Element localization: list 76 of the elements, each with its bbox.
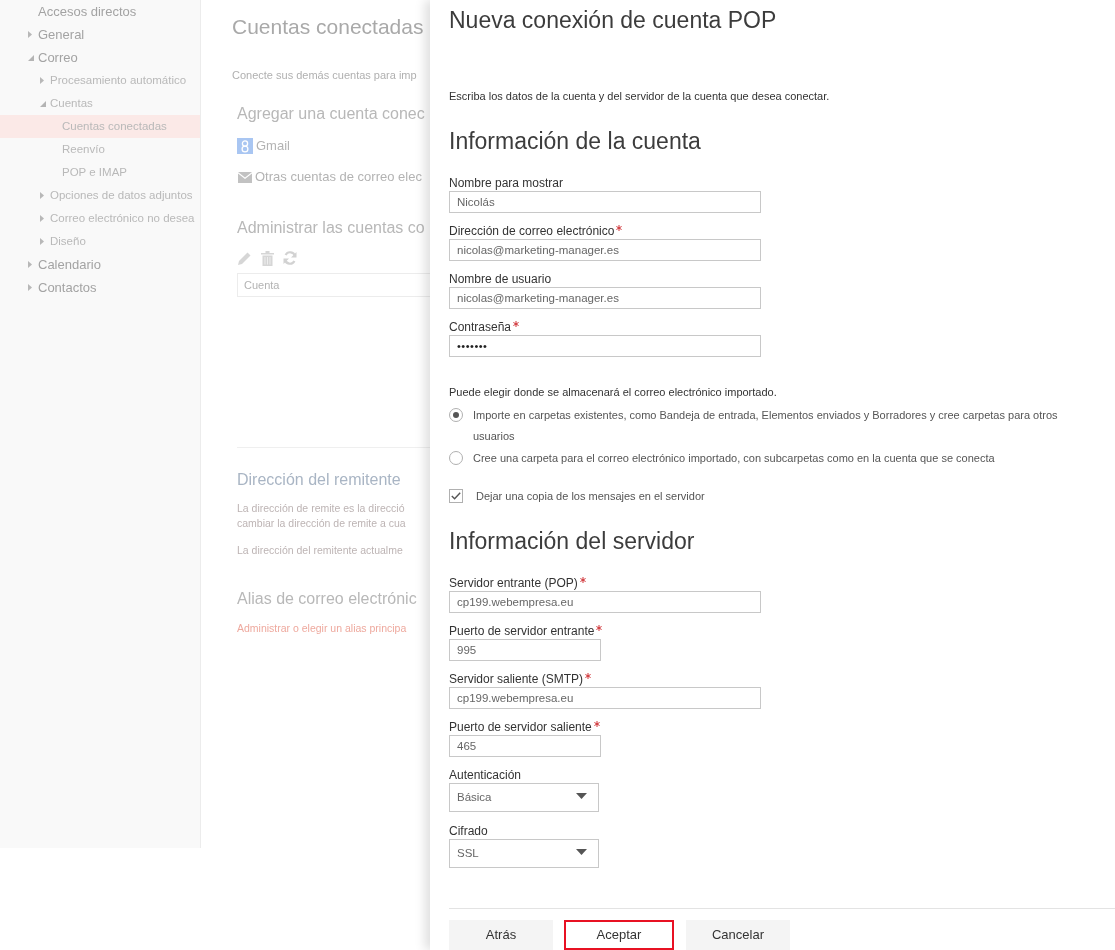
sidebar-item[interactable]: Contactos: [28, 277, 97, 298]
field-label: Puerto de servidor entrante: [449, 623, 595, 639]
radio-button[interactable]: [449, 451, 463, 465]
field-label: Contraseña: [449, 319, 512, 335]
text-field[interactable]: cp199.webempresa.eu: [449, 687, 761, 709]
section-heading: Información del servidor: [449, 527, 696, 556]
account-option-link[interactable]: Otras cuentas de correo elec: [237, 167, 422, 187]
text-field[interactable]: cp199.webempresa.eu: [449, 591, 761, 613]
field-label: Autenticación: [449, 767, 522, 783]
checkmark-icon: [451, 492, 461, 500]
letter-tile-icon: [237, 138, 253, 154]
sidebar-item[interactable]: Cuentas: [40, 94, 93, 113]
caret-right-icon[interactable]: [28, 31, 32, 38]
dialog-description: Escriba los datos de la cuenta y del servidor de la cuenta que desea conectar.: [449, 89, 831, 104]
sidebar-item[interactable]: Diseño: [40, 232, 86, 251]
alias-link[interactable]: Administrar o elegir un alias principa: [237, 620, 407, 636]
caret-right-icon[interactable]: [40, 77, 44, 84]
password-field[interactable]: •••••••: [449, 335, 761, 357]
storage-prompt: Puede elegir donde se almacenará el correo electrónico importado.: [449, 385, 778, 400]
option-label: Importe en carpetas existentes, como Bandeja de entrada, Elementos enviados y Borradores y cree carpetas para otros usuarios: [473, 408, 1059, 444]
sidebar-item[interactable]: Cuentas conectadas: [0, 115, 200, 138]
envelope-icon: [238, 171, 252, 183]
dialog-title: Nueva conexión de cuenta POP: [449, 6, 778, 35]
sender-current-text: La dirección del remitente actualme: [237, 543, 404, 558]
caret-expanded-icon[interactable]: [40, 100, 46, 107]
field-label: Cifrado: [449, 823, 488, 839]
option-label: Cree una carpeta para el correo electrónico importado, con subcarpetas como en la cuenta que se conecta: [473, 451, 995, 466]
caret-down-icon: [576, 848, 587, 855]
checkbox-label: Dejar una copia de los mensajes en el servidor: [476, 488, 705, 504]
caret-right-icon[interactable]: [28, 261, 32, 268]
text-field[interactable]: 465: [449, 735, 601, 757]
sidebar-item[interactable]: Procesamiento automático: [40, 71, 187, 90]
caret-right-icon[interactable]: [40, 192, 44, 199]
text-field[interactable]: nicolas@marketing-manager.es: [449, 239, 761, 261]
text-field[interactable]: 995: [449, 639, 601, 661]
dialog-button[interactable]: Atrás: [449, 920, 553, 950]
section-heading: Alias de correo electrónic: [237, 589, 418, 609]
dropdown[interactable]: SSL: [449, 839, 599, 868]
radio-button[interactable]: [449, 408, 463, 422]
account-option-link[interactable]: Gmail: [237, 136, 290, 156]
sender-description: La dirección de remite es la direcció cambiar la dirección de remite a cua: [237, 501, 407, 531]
pencil-icon[interactable]: [237, 250, 252, 266]
dialog-button[interactable]: Aceptar: [564, 920, 674, 950]
text-field[interactable]: nicolas@marketing-manager.es: [449, 287, 761, 309]
caret-right-icon[interactable]: [28, 284, 32, 291]
sidebar-item[interactable]: Reenvío: [62, 140, 105, 159]
field-label: Servidor saliente (SMTP): [449, 671, 584, 687]
field-label: Puerto de servidor saliente: [449, 719, 592, 735]
intro-text: Conecte sus demás cuentas para imp: [232, 68, 418, 83]
section-heading: Agregar una cuenta conec: [237, 104, 426, 124]
page-title: Cuentas conectadas: [232, 14, 425, 40]
checkbox[interactable]: [449, 489, 463, 503]
sidebar-item[interactable]: Accesos directos: [38, 1, 137, 22]
caret-right-icon[interactable]: [40, 238, 44, 245]
refresh-icon[interactable]: [283, 251, 297, 265]
sidebar-item[interactable]: Calendario: [28, 254, 101, 275]
caret-right-icon[interactable]: [40, 215, 44, 222]
text-field[interactable]: Nicolás: [449, 191, 761, 213]
section-heading: Información de la cuenta: [449, 127, 702, 156]
field-label: Servidor entrante (POP): [449, 575, 578, 591]
section-heading: Administrar las cuentas co: [237, 218, 426, 238]
field-label: Nombre de usuario: [449, 271, 552, 287]
sidebar-item[interactable]: POP e IMAP: [62, 163, 127, 182]
trash-icon[interactable]: [261, 250, 274, 266]
sidebar-item[interactable]: Correo electrónico no desea: [40, 209, 195, 228]
caret-expanded-icon[interactable]: [28, 54, 34, 61]
section-heading: Dirección del remitente: [237, 470, 402, 490]
dialog-button[interactable]: Cancelar: [686, 920, 790, 950]
caret-down-icon: [576, 792, 587, 799]
sidebar-item[interactable]: General: [28, 24, 85, 45]
dropdown[interactable]: Básica: [449, 783, 599, 812]
field-label: Nombre para mostrar: [449, 175, 564, 191]
sidebar-item[interactable]: Correo: [28, 47, 78, 68]
sidebar-item[interactable]: Opciones de datos adjuntos: [40, 186, 193, 205]
column-header[interactable]: Cuenta: [237, 273, 430, 297]
field-label: Dirección de correo electrónico: [449, 223, 615, 239]
